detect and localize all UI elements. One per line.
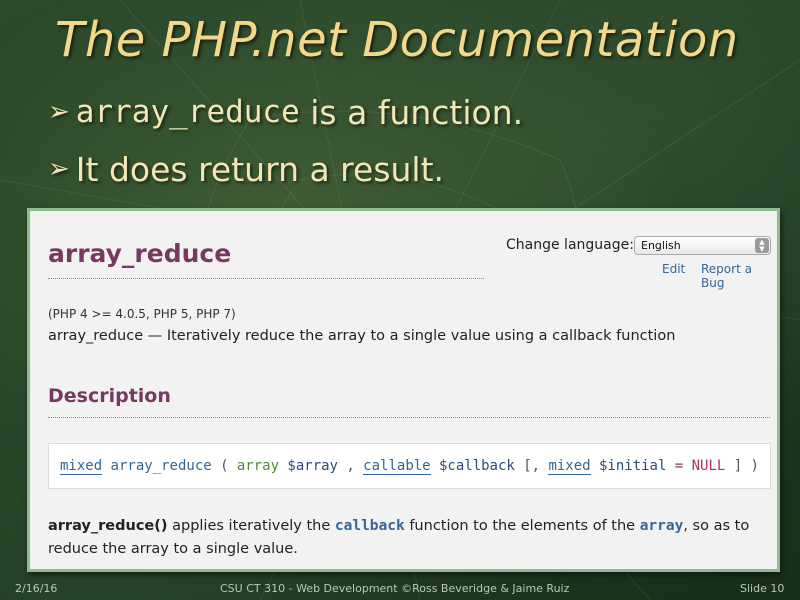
bullet-item: ➢ array_reduce is a function. <box>48 92 523 132</box>
default-null: NULL <box>691 458 726 474</box>
param-type-array: array <box>236 458 280 474</box>
para-text: function to the elements of the <box>404 518 640 534</box>
close-paren: ] ) <box>733 458 759 474</box>
open-paren: ( <box>220 458 229 474</box>
php-versions: (PHP 4 >= 4.0.5, PHP 5, PHP 7) <box>48 307 236 321</box>
language-select[interactable]: English ▲ ▼ <box>634 236 771 255</box>
param-type-callable-link[interactable]: callable <box>363 458 431 475</box>
bullet-item: ➢ It does return a result. <box>48 149 444 189</box>
change-language-label: Change language: <box>506 237 634 253</box>
function-ref: array_reduce() <box>48 518 168 534</box>
heading-divider <box>48 278 484 279</box>
bullet-text: It does return a result. <box>75 149 445 189</box>
language-selected-value: English <box>641 239 681 252</box>
php-doc-screenshot: array_reduce Change language: English ▲ ▼… <box>27 208 780 572</box>
comma: , <box>346 458 355 474</box>
description-divider <box>48 417 770 418</box>
param-array: $array <box>287 458 338 474</box>
bullet-text: is a function. <box>299 92 524 132</box>
footer-course: CSU CT 310 - Web Development ©Ross Bever… <box>220 582 570 595</box>
description-heading: Description <box>48 385 171 407</box>
method-synopsis: mixed array_reduce ( array $array , call… <box>48 443 771 489</box>
report-bug-link[interactable]: Report a Bug <box>701 262 777 290</box>
array-param-ref: array <box>639 518 684 534</box>
footer-slide-number: Slide 10 <box>740 582 785 595</box>
optional-open: [, <box>523 458 541 474</box>
slide-title: The PHP.net Documentation <box>55 12 739 68</box>
footer-date: 2/16/16 <box>15 582 58 595</box>
refpurpose: array_reduce — Iteratively reduce the ar… <box>48 328 676 344</box>
para-text: applies iteratively the <box>167 518 335 534</box>
param-initial: $initial <box>598 458 667 474</box>
arrow-bullet-icon: ➢ <box>48 154 70 184</box>
select-arrows-icon: ▲ ▼ <box>755 238 769 253</box>
edit-link[interactable]: Edit <box>662 262 685 276</box>
bullet-code: array_reduce <box>75 94 300 130</box>
description-paragraph: array_reduce() applies iteratively the c… <box>48 515 768 561</box>
function-name: array_reduce <box>110 458 212 474</box>
doc-heading: array_reduce <box>48 239 232 268</box>
callback-param-ref: callback <box>334 518 405 534</box>
equals-sign: = <box>674 458 684 474</box>
arrow-bullet-icon: ➢ <box>48 97 70 127</box>
return-type-link[interactable]: mixed <box>60 458 103 475</box>
param-type-mixed-link[interactable]: mixed <box>548 458 591 475</box>
param-callback: $callback <box>438 458 515 474</box>
